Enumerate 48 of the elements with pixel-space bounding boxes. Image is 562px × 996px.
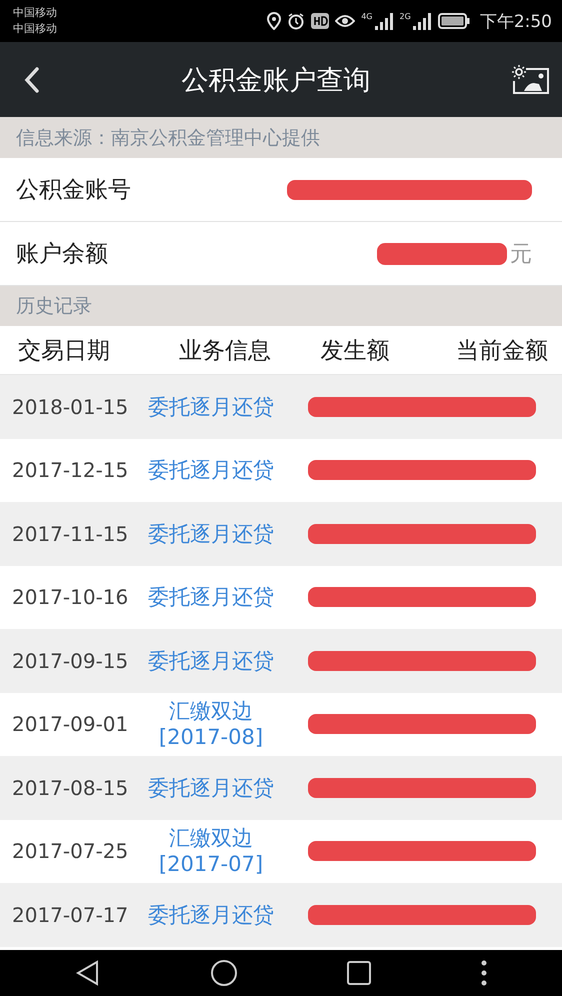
section-title: 历史记录 [16, 294, 92, 319]
carrier-name: 中国移动 [13, 21, 57, 37]
date-cell-text: 2018-01-15 [12, 394, 130, 419]
home-icon[interactable] [210, 959, 238, 987]
transaction-link[interactable]: 委托逐月还贷 [148, 902, 274, 928]
transaction-link[interactable]: 汇缴双边 [169, 825, 253, 852]
transaction-link[interactable]: 委托逐月还贷 [148, 774, 274, 801]
transaction-link[interactable]: 委托逐月还贷 [148, 457, 274, 484]
transaction-link[interactable]: 委托逐月还贷 [148, 648, 274, 674]
currency-unit: 元 [510, 240, 532, 268]
date-cell-text: 2017-08-15 [12, 776, 130, 800]
field-label: 公积金账号 [16, 176, 131, 205]
date-cell-text: 2017-10-16 [12, 585, 130, 610]
battery-icon [438, 13, 470, 29]
field-label: 账户余额 [16, 240, 108, 269]
alarm-icon [287, 12, 306, 30]
transaction-link[interactable]: [2017-07] [158, 851, 264, 878]
date-cell-text: 2017-11-15 [12, 522, 130, 546]
eye-icon [335, 14, 356, 28]
date-cell-text: 2017-07-17 [12, 902, 130, 927]
location-icon [267, 12, 282, 30]
signal-icon [374, 12, 394, 30]
date-cell-text: 2017-09-01 [12, 712, 130, 736]
date-cell-text: 2017-12-15 [12, 458, 130, 482]
source-note: 信息来源：南京公积金管理中心提供 [16, 126, 320, 150]
transaction-link[interactable]: 委托逐月还贷 [148, 520, 274, 547]
date-cell-text: 2017-07-25 [12, 839, 130, 864]
column-header: 业务信息 [178, 336, 272, 366]
transaction-link[interactable]: 委托逐月还贷 [148, 584, 274, 610]
page-title: 公积金账户查询 [182, 64, 370, 98]
transaction-link[interactable]: 汇缴双边 [169, 698, 253, 724]
column-header: 交易日期 [18, 336, 111, 366]
column-header: 当前金额 [455, 336, 548, 366]
column-header: 发生额 [320, 336, 390, 366]
back-icon[interactable] [24, 66, 40, 92]
transaction-link[interactable]: [2017-08] [158, 724, 264, 750]
picture-frame-icon[interactable] [512, 64, 550, 94]
network-label: 2G [400, 12, 411, 21]
hd-icon [311, 13, 330, 29]
transaction-link[interactable]: 委托逐月还贷 [148, 394, 274, 420]
back-icon[interactable] [74, 960, 100, 986]
clock-time: 下午2:50 [480, 10, 552, 32]
signal-icon [412, 12, 432, 30]
more-icon[interactable] [480, 960, 488, 986]
date-cell-text: 2017-09-15 [12, 648, 130, 673]
carrier-name: 中国移动 [13, 5, 57, 21]
network-label: 4G [361, 12, 373, 21]
recent-apps-icon[interactable] [346, 961, 370, 985]
